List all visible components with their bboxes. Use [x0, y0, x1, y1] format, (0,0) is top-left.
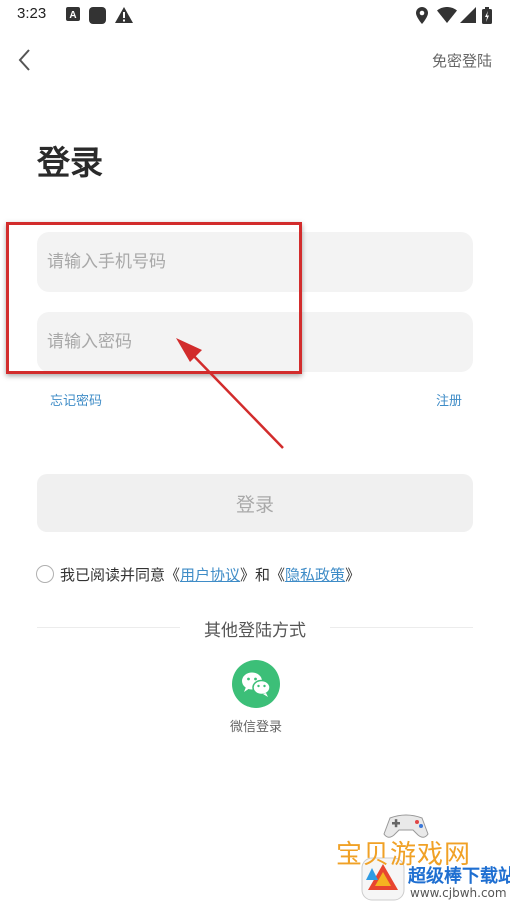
svg-text:A: A	[69, 10, 76, 21]
page-title: 登录	[37, 143, 103, 182]
status-bar: 3:23 A	[0, 0, 510, 32]
user-agreement-link[interactable]: 用户协议	[180, 564, 240, 585]
agreement-suffix: 》	[345, 565, 361, 584]
agreement-row: 我已阅读并同意《 用户协议 》和《 隐私政策 》	[36, 563, 360, 585]
forgot-password-link[interactable]: 忘记密码	[50, 390, 102, 409]
back-button[interactable]	[12, 44, 40, 76]
status-time: 3:23	[17, 5, 47, 22]
divider-line-right	[330, 627, 473, 628]
wechat-login-button[interactable]	[232, 660, 280, 708]
battery-icon	[482, 7, 492, 24]
warning-icon	[115, 7, 133, 23]
agreement-middle: 》和《	[240, 565, 286, 584]
agreement-prefix: 我已阅读并同意《	[60, 565, 181, 584]
agreement-checkbox[interactable]	[36, 565, 54, 583]
privacy-policy-link[interactable]: 隐私政策	[285, 564, 345, 585]
signal-icon	[460, 7, 476, 23]
login-button[interactable]: 登录	[37, 474, 473, 532]
location-icon	[416, 7, 428, 24]
font-a-icon: A	[66, 7, 80, 21]
wifi-icon	[437, 7, 457, 23]
watermark-url: www.cjbwh.com	[410, 886, 507, 900]
app-square-icon	[89, 7, 106, 24]
other-login-divider: 其他登陆方式	[37, 616, 473, 641]
chevron-left-icon	[18, 49, 30, 71]
watermark-subtitle: 超级棒下载站	[408, 866, 510, 887]
password-free-login-link[interactable]: 免密登陆	[432, 50, 492, 71]
annotation-highlight-box	[6, 222, 302, 374]
watermark: 宝贝游戏网 超级棒下载站 www.cjbwh.com	[336, 810, 510, 906]
wechat-login-label: 微信登录	[229, 720, 282, 735]
other-login-title: 其他登陆方式	[204, 621, 306, 641]
wechat-icon	[242, 672, 271, 697]
register-link[interactable]: 注册	[436, 390, 462, 409]
